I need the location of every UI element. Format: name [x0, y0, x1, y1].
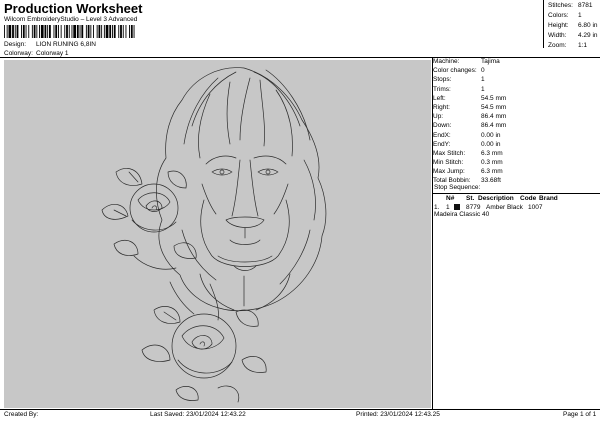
detail-min-stitch: Min Stitch: 0.3 mm [433, 159, 503, 167]
colorway-row: Colorway: Colorway 1 [4, 50, 69, 57]
thread-color-swatch [454, 204, 460, 210]
worksheet-title: Production Worksheet [4, 1, 143, 16]
details-divider [433, 193, 600, 194]
footer-page-number: Page 1 of 1 [563, 411, 597, 418]
barcode-image [4, 25, 135, 38]
detail-endy: EndY: 0.00 in [433, 140, 501, 148]
detail-right: Right: 54.5 mm [433, 103, 507, 111]
stats-box: Stitches: 8781 Colors: 1 Height: 6.80 in Wi… [544, 0, 600, 49]
stop-sequence-row: 1. 1 8779 Amber Black 1007Madeira Classic 40 [434, 204, 543, 218]
stat-zoom: Zoom: 1:1 [548, 42, 588, 49]
detail-stops: Stops: 1 [433, 76, 485, 84]
stat-colors: Colors: 1 [548, 12, 582, 19]
detail-max-jump: Max Jump: 6.3 mm [433, 168, 503, 176]
lion-embroidery-image [101, 67, 327, 403]
stat-height: Height: 6.80 in [548, 22, 598, 29]
details-panel: Machine: Tajima Color changes: 0 Stops: 1 T… [433, 57, 600, 186]
colorway-label: Colorway: [4, 50, 33, 57]
footer-created-by: Created By: [4, 411, 39, 418]
detail-down: Down: 86.4 mm [433, 122, 507, 130]
footer-last-saved: Last Saved: 23/01/2024 12:43.22 [150, 411, 246, 418]
design-row: Design: LION RUNING 6,8IN [4, 41, 96, 48]
detail-endx: EndX: 0.00 in [433, 131, 501, 139]
detail-left: Left: 54.5 mm [433, 94, 507, 102]
detail-max-stitch: Max Stitch: 6.3 mm [433, 149, 503, 157]
stat-width: Width: 4.29 in [548, 32, 598, 39]
detail-trims: Trims: 1 [433, 85, 485, 93]
stat-stitches: Stitches: 8781 [548, 2, 593, 9]
detail-machine: Machine: Tajima [433, 58, 500, 65]
detail-color-changes: Color changes: 0 [433, 67, 485, 75]
design-label: Design: [4, 41, 27, 48]
detail-up: Up: 86.4 mm [433, 113, 507, 121]
design-value: LION RUNING 6,8IN [36, 41, 96, 48]
stop-sequence-header: N# St. Description Code Brand [446, 195, 558, 202]
footer-printed: Printed: 23/01/2024 12:43.25 [356, 411, 440, 418]
software-name: Wilcom EmbroideryStudio – Level 3 Advanc… [4, 16, 138, 23]
stop-sequence-label: Stop Sequence: [434, 184, 481, 191]
design-preview [4, 60, 431, 408]
colorway-value: Colorway 1 [36, 50, 69, 57]
footer-divider [0, 409, 600, 410]
